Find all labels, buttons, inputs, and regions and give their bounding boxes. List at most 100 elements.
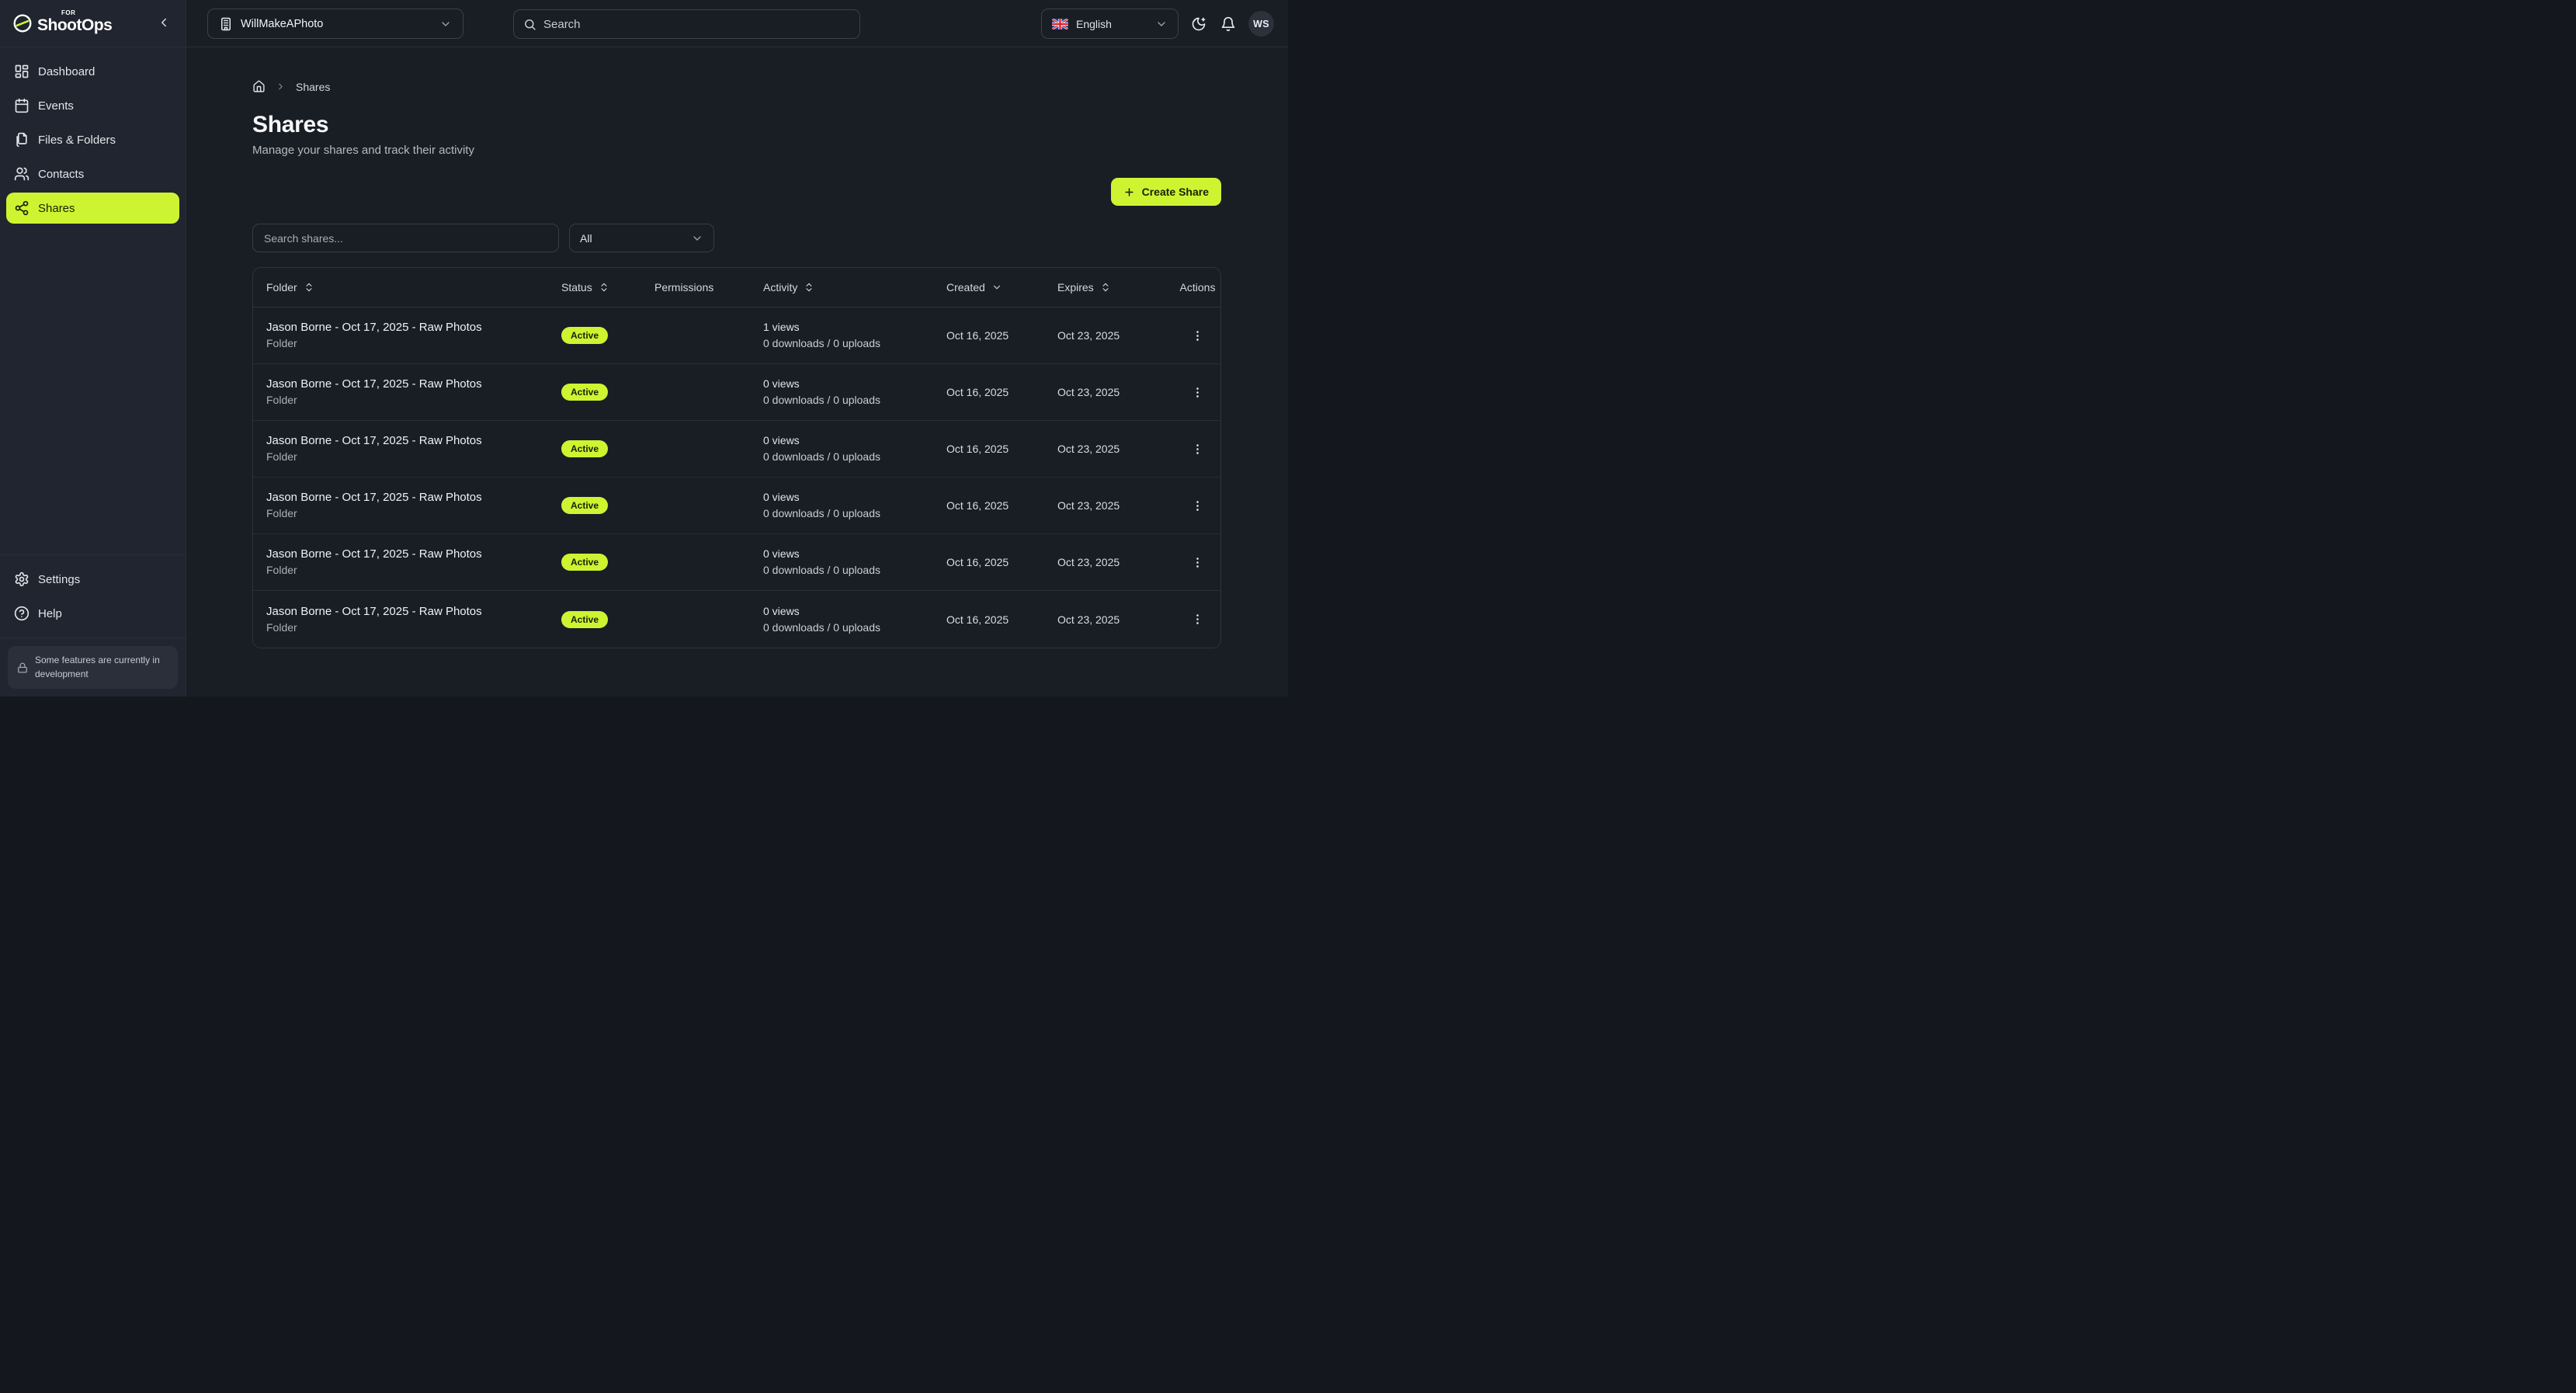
app-window: FOR ShootOps Dashboard Events Files & Fold…: [0, 0, 1288, 696]
share-expires-date: Oct 23, 2025: [1057, 613, 1173, 626]
topbar: WillMakeAPhoto English: [186, 0, 1288, 47]
kebab-menu-icon: [1191, 386, 1204, 399]
share-folder-name: Jason Borne - Oct 17, 2025 - Raw Photos: [266, 604, 561, 619]
sidebar-item-label: Shares: [38, 202, 75, 215]
sidebar-collapse-button[interactable]: [156, 16, 172, 31]
dev-notice: Some features are currently in developme…: [8, 646, 178, 689]
row-actions-button[interactable]: [1187, 381, 1209, 403]
column-label: Expires: [1057, 281, 1094, 294]
avatar[interactable]: WS: [1248, 11, 1274, 36]
share-row[interactable]: Jason Borne - Oct 17, 2025 - Raw Photos F…: [253, 534, 1220, 591]
language-selector[interactable]: English: [1041, 9, 1179, 39]
status-badge: Active: [561, 554, 608, 571]
sidebar-item-label: Settings: [38, 573, 80, 586]
status-badge: Active: [561, 440, 608, 457]
share-row[interactable]: Jason Borne - Oct 17, 2025 - Raw PhotosF…: [253, 478, 1220, 534]
sidebar: FOR ShootOps Dashboard Events Files & Fold…: [0, 0, 186, 696]
sidebar-item-label: Files & Folders: [38, 134, 116, 147]
status-filter-select[interactable]: All: [569, 224, 714, 252]
share-created-date: Oct 16, 2025: [946, 329, 1057, 342]
sidebar-item-label: Contacts: [38, 168, 84, 181]
share-folder-name: Jason Borne - Oct 17, 2025 - Raw Photos: [266, 320, 561, 335]
sidebar-item-dashboard[interactable]: Dashboard: [6, 56, 179, 87]
help-icon: [14, 606, 30, 621]
bell-icon: [1220, 16, 1236, 32]
kebab-menu-icon: [1191, 613, 1204, 626]
settings-icon: [14, 571, 30, 587]
kebab-menu-icon: [1191, 556, 1204, 569]
share-expires-date: Oct 23, 2025: [1057, 499, 1173, 512]
column-header-folder[interactable]: Folder: [253, 281, 561, 294]
kebab-menu-icon: [1191, 499, 1204, 512]
create-share-label: Create Share: [1142, 186, 1209, 198]
row-actions-button[interactable]: [1187, 551, 1209, 573]
column-header-permissions: Permissions: [654, 281, 763, 294]
sidebar-item-events[interactable]: Events: [6, 90, 179, 121]
share-expires-date: Oct 23, 2025: [1057, 329, 1173, 342]
share-expires-date: Oct 23, 2025: [1057, 386, 1173, 398]
sort-desc-icon: [991, 282, 1002, 293]
share-folder-name: Jason Borne - Oct 17, 2025 - Raw Photos: [266, 547, 561, 561]
row-actions-button[interactable]: [1187, 325, 1209, 346]
share-folder-name: Jason Borne - Oct 17, 2025 - Raw Photos: [266, 433, 561, 448]
breadcrumb-home-link[interactable]: [252, 80, 266, 93]
share-folder-type: Folder: [266, 620, 561, 635]
share-created-date: Oct 16, 2025: [946, 386, 1057, 398]
organization-selector[interactable]: WillMakeAPhoto: [207, 9, 463, 39]
page-title: Shares: [252, 112, 1221, 138]
filters-row: All: [252, 224, 1221, 252]
row-actions-button[interactable]: [1187, 609, 1209, 630]
chevron-down-icon: [439, 18, 452, 30]
share-views: 1 views: [763, 320, 946, 335]
files-icon: [14, 132, 30, 148]
dev-notice-text: Some features are currently in developme…: [35, 654, 168, 681]
share-folder-type: Folder: [266, 563, 561, 578]
column-header-status[interactable]: Status: [561, 281, 654, 294]
row-actions-button[interactable]: [1187, 438, 1209, 460]
share-folder-name: Jason Borne - Oct 17, 2025 - Raw Photos: [266, 490, 561, 505]
theme-toggle-button[interactable]: [1189, 15, 1208, 33]
column-header-activity[interactable]: Activity: [763, 281, 946, 294]
sidebar-item-settings[interactable]: Settings: [6, 564, 179, 595]
shares-table: Folder StatusPermissionsActivityCreatedEx…: [252, 267, 1221, 648]
sort-icon: [599, 282, 609, 293]
table-header-row: Folder StatusPermissionsActivityCreatedEx…: [253, 268, 1220, 307]
lock-icon: [17, 662, 28, 673]
organization-name: WillMakeAPhoto: [241, 18, 323, 30]
notifications-button[interactable]: [1219, 15, 1238, 33]
share-row[interactable]: Jason Borne - Oct 17, 2025 - Raw PhotosF…: [253, 364, 1220, 421]
chevron-down-icon: [1155, 18, 1168, 30]
global-search-input[interactable]: [543, 18, 850, 31]
sidebar-item-shares[interactable]: Shares: [6, 193, 179, 224]
sidebar-nav: Dashboard Events Files & Folders Contacts Sh…: [0, 47, 186, 554]
share-row[interactable]: Jason Borne - Oct 17, 2025 - Raw PhotosF…: [253, 591, 1220, 648]
share-folder-type: Folder: [266, 450, 561, 464]
sidebar-notice-section: Some features are currently in developme…: [0, 637, 186, 696]
share-created-date: Oct 16, 2025: [946, 499, 1057, 512]
share-views: 0 views: [763, 377, 946, 391]
language-label: English: [1076, 18, 1112, 30]
app-logo[interactable]: FOR ShootOps: [12, 13, 112, 33]
sidebar-item-files-folders[interactable]: Files & Folders: [6, 124, 179, 155]
sidebar-item-label: Dashboard: [38, 65, 95, 78]
share-views: 0 views: [763, 490, 946, 505]
share-expires-date: Oct 23, 2025: [1057, 556, 1173, 568]
share-row[interactable]: Jason Borne - Oct 17, 2025 - Raw PhotosF…: [253, 307, 1220, 364]
column-label: Folder: [266, 281, 297, 294]
create-share-button[interactable]: Create Share: [1111, 178, 1221, 206]
logo-icon: [12, 13, 33, 33]
column-header-created[interactable]: Created: [946, 281, 1057, 294]
column-header-expires[interactable]: Expires: [1057, 281, 1173, 294]
status-filter-value: All: [580, 232, 592, 245]
app-logo-text: FOR ShootOps: [37, 14, 112, 33]
share-folder-type: Folder: [266, 506, 561, 521]
share-row[interactable]: Jason Borne - Oct 17, 2025 - Raw Photos F…: [253, 421, 1220, 478]
row-actions-button[interactable]: [1187, 495, 1209, 516]
breadcrumb-current: Shares: [296, 81, 330, 93]
search-icon: [523, 18, 536, 31]
chevron-right-icon: [276, 82, 286, 92]
shares-search-input[interactable]: [252, 224, 559, 252]
table-body: Jason Borne - Oct 17, 2025 - Raw PhotosF…: [253, 307, 1220, 648]
sidebar-item-help[interactable]: Help: [6, 598, 179, 629]
sidebar-item-contacts[interactable]: Contacts: [6, 158, 179, 189]
